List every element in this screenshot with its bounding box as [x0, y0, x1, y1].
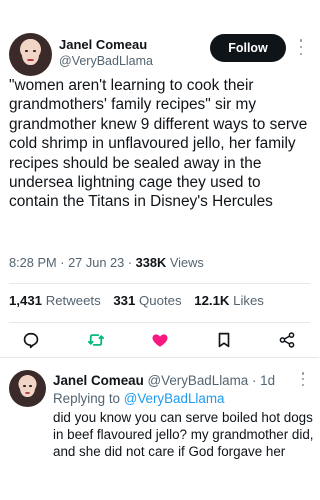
reply-text: did you know you can serve boiled hot do…: [53, 410, 314, 460]
heart-icon: [152, 334, 168, 347]
views-label: Views: [169, 255, 204, 270]
avatar-face: [21, 42, 40, 65]
reply-icon: [23, 332, 39, 349]
reply-separator: ·: [251, 373, 257, 388]
meta-separator: ·: [60, 255, 65, 270]
quotes-label: Quotes: [139, 293, 182, 308]
meta-separator: ·: [127, 255, 133, 270]
retweet-icon: [87, 334, 105, 346]
tweet-meta: 8:28 PM · 27 Jun 23 · 338K Views: [9, 255, 204, 270]
views-count: 338K: [135, 255, 167, 270]
author-name[interactable]: Janel Comeau: [59, 37, 147, 52]
likes-label: Likes: [233, 293, 264, 308]
quotes-stat[interactable]: 331 Quotes: [113, 293, 181, 308]
retweet-button[interactable]: [86, 330, 106, 350]
replying-to-prefix: Replying to: [53, 391, 120, 406]
tweet-text: "women aren't learning to cook their gra…: [9, 77, 308, 211]
more-options-icon[interactable]: [296, 37, 306, 57]
author-avatar[interactable]: [9, 33, 52, 76]
replying-to-handle[interactable]: @VeryBadLlama: [124, 391, 225, 406]
quotes-count: 331: [113, 293, 136, 308]
bookmark-button[interactable]: [214, 330, 234, 350]
share-button[interactable]: [277, 330, 297, 350]
retweets-label: Retweets: [45, 293, 101, 308]
follow-button[interactable]: Follow: [210, 34, 286, 62]
tweet-time[interactable]: 8:28 PM: [9, 255, 57, 270]
tweet-date[interactable]: 27 Jun 23: [68, 255, 124, 270]
replying-to: Replying to @VeryBadLlama: [53, 391, 224, 406]
avatar-eye: [29, 384, 32, 387]
author-handle[interactable]: @VeryBadLlama: [59, 54, 153, 68]
reply-button[interactable]: [21, 330, 41, 350]
bookmark-icon: [218, 332, 230, 348]
divider: [9, 322, 310, 323]
reply-author-handle[interactable]: @VeryBadLlama: [148, 373, 249, 388]
share-icon: [279, 332, 295, 348]
reply-author-avatar[interactable]: [9, 370, 46, 407]
reply-more-options-icon[interactable]: [298, 370, 308, 388]
divider: [0, 357, 319, 358]
retweets-stat[interactable]: 1,431 Retweets: [9, 293, 101, 308]
reply-author-name[interactable]: Janel Comeau: [53, 373, 144, 388]
likes-stat[interactable]: 12.1K Likes: [194, 293, 264, 308]
avatar-face: [20, 378, 35, 398]
tweet-stats: 1,431 Retweets 331 Quotes 12.1K Likes: [9, 293, 264, 308]
likes-count: 12.1K: [194, 293, 230, 308]
reply-header: Janel Comeau @VeryBadLlama · 1d: [53, 373, 275, 388]
like-button[interactable]: [150, 330, 170, 350]
retweets-count: 1,431: [9, 293, 43, 308]
divider: [9, 283, 310, 284]
reply-age[interactable]: 1d: [260, 373, 275, 388]
avatar-eye: [23, 384, 26, 387]
